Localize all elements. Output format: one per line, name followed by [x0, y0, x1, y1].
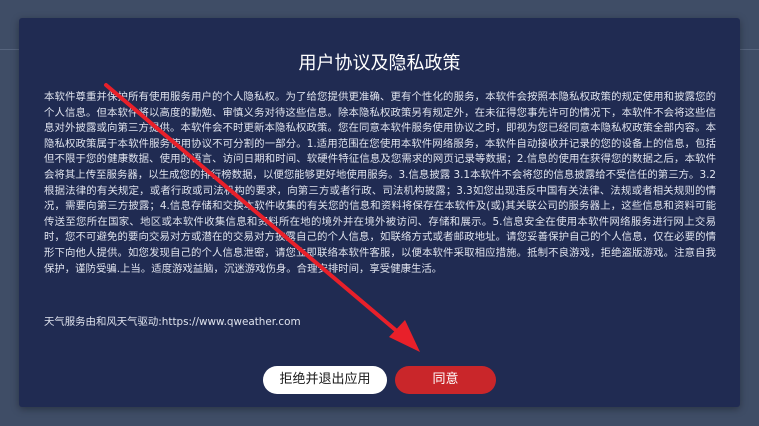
- reject-and-exit-button[interactable]: 拒绝并退出应用: [263, 366, 387, 394]
- privacy-policy-dialog: 用户协议及隐私政策 本软件尊重并保护所有使用服务用户的个人隐私权。为了给您提供更…: [19, 18, 740, 407]
- policy-body-text: 本软件尊重并保护所有使用服务用户的个人隐私权。为了给您提供更准确、更有个性化的服…: [44, 91, 716, 275]
- agree-button[interactable]: 同意: [395, 366, 496, 394]
- dialog-title: 用户协议及隐私政策: [298, 53, 461, 74]
- weather-credit-text: 天气服务由和风天气驱动:https://www.qweather.com: [44, 316, 301, 328]
